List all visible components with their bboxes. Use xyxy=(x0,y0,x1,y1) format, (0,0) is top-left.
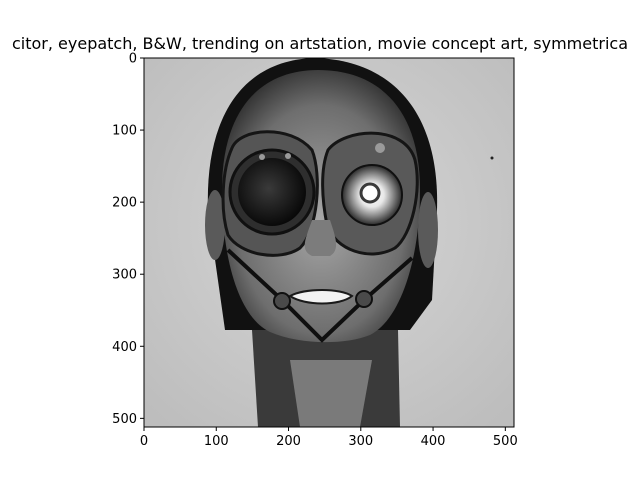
rivet xyxy=(259,154,265,160)
y-tick-label: 400 xyxy=(112,340,137,355)
figure: citor, eyepatch, B&W, trending on artsta… xyxy=(12,34,628,449)
right-ear xyxy=(418,192,438,268)
y-tick-label: 100 xyxy=(112,124,137,139)
y-tick-label: 200 xyxy=(112,196,137,211)
left-jaw-bolt xyxy=(273,292,291,310)
x-tick-label: 200 xyxy=(276,434,301,449)
neck-front xyxy=(290,360,372,427)
rivet xyxy=(285,153,291,159)
x-tick-label: 500 xyxy=(493,434,518,449)
x-tick-label: 400 xyxy=(421,434,446,449)
y-axis: 0 100 200 300 400 500 xyxy=(112,52,144,427)
y-tick-label: 300 xyxy=(112,268,137,283)
right-pupil xyxy=(359,182,381,204)
right-jaw-bolt xyxy=(355,290,373,308)
speck xyxy=(490,156,494,160)
chart-title: citor, eyepatch, B&W, trending on artsta… xyxy=(12,34,628,53)
y-tick-label: 0 xyxy=(129,52,137,67)
x-tick-label: 100 xyxy=(204,434,229,449)
x-axis: 0 100 200 300 400 500 xyxy=(140,427,518,449)
y-tick-label: 500 xyxy=(112,412,137,427)
x-tick-label: 0 xyxy=(140,434,148,449)
eyepatch-lens xyxy=(238,158,306,226)
portrait-image xyxy=(144,58,514,427)
rivet xyxy=(375,143,385,153)
x-tick-label: 300 xyxy=(348,434,373,449)
